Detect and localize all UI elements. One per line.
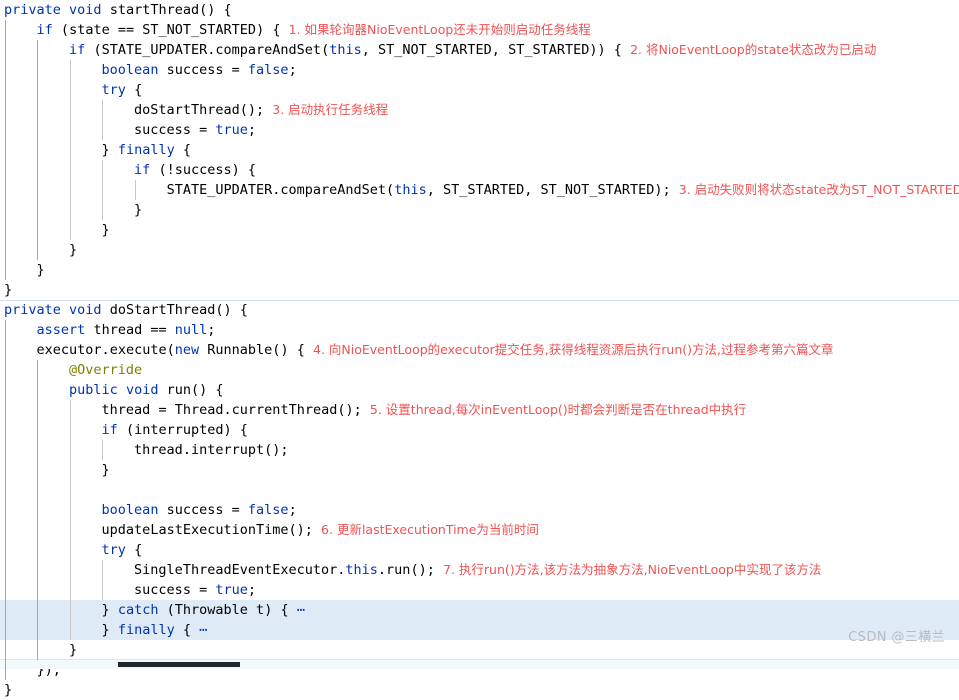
code-line[interactable]: success = true; — [0, 580, 959, 600]
indent-guide — [5, 320, 6, 680]
code-line[interactable]: } — [0, 220, 959, 240]
indent-guide — [134, 180, 136, 200]
code-editor-pane[interactable]: private void startThread() { if (state =… — [0, 0, 959, 698]
code-line[interactable]: } — [0, 240, 959, 260]
inline-annotation: 2. 将NioEventLoop的state状态改为已启动 — [630, 42, 877, 57]
code-line[interactable]: } — [0, 280, 959, 300]
code-line[interactable]: private void startThread() { — [0, 0, 959, 20]
code-line[interactable]: SingleThreadEventExecutor.this.run(); 7.… — [0, 560, 959, 580]
indent-guide — [69, 400, 71, 640]
indent-guide — [102, 440, 104, 460]
code-line[interactable]: } — [0, 460, 959, 480]
indent-guide — [5, 20, 6, 280]
indent-guide — [37, 40, 39, 260]
csdn-watermark: CSDN @三横兰 — [848, 630, 945, 645]
code-line[interactable]: updateLastExecutionTime(); 6. 更新lastExec… — [0, 520, 959, 540]
code-line[interactable]: @Override — [0, 360, 959, 380]
code-line[interactable]: thread = Thread.currentThread(); 5. 设置th… — [0, 400, 959, 420]
code-line[interactable]: STATE_UPDATER.compareAndSet(this, ST_STA… — [0, 180, 959, 200]
inline-annotation: 1. 如果轮询器NioEventLoop还未开始则启动任务线程 — [288, 22, 591, 37]
code-line[interactable]: } — [0, 200, 959, 220]
code-line[interactable]: doStartThread(); 3. 启动执行任务线程 — [0, 100, 959, 120]
code-line[interactable]: } finally { — [0, 140, 959, 160]
inline-annotation: 3. 启动执行任务线程 — [272, 102, 389, 117]
code-line[interactable]: } catch (Throwable t) { ⋯ — [0, 600, 959, 620]
inline-annotation: 3. 启动失败则将状态state改为ST_NOT_STARTED — [678, 182, 959, 197]
indent-guide — [102, 160, 104, 220]
code-line[interactable]: } — [0, 260, 959, 280]
code-line[interactable]: public void run() { — [0, 380, 959, 400]
inline-annotation: 4. 向NioEventLoop的executor提交任务,获得线程资源后执行r… — [313, 342, 834, 357]
code-line[interactable]: try { — [0, 80, 959, 100]
code-line[interactable] — [0, 480, 959, 500]
inline-annotation: 6. 更新lastExecutionTime为当前时间 — [321, 522, 539, 537]
code-line[interactable]: if (STATE_UPDATER.compareAndSet(this, ST… — [0, 40, 959, 60]
code-line[interactable]: success = true; — [0, 120, 959, 140]
code-line[interactable]: } — [0, 680, 959, 700]
inline-annotation: 7. 执行run()方法,该方法为抽象方法,NioEventLoop中实现了该方… — [443, 562, 822, 577]
code-line[interactable]: try { — [0, 540, 959, 560]
code-line[interactable]: assert thread == null; — [0, 320, 959, 340]
indent-guide — [102, 100, 104, 140]
horizontal-scrollbar-track[interactable] — [0, 659, 959, 669]
indent-guide — [102, 560, 104, 600]
indent-guide — [37, 360, 39, 660]
code-line[interactable]: boolean success = false; — [0, 60, 959, 80]
code-line[interactable]: if (interrupted) { — [0, 420, 959, 440]
code-line[interactable]: boolean success = false; — [0, 500, 959, 520]
indent-guide — [69, 60, 71, 240]
code-line[interactable]: } — [0, 640, 959, 660]
inline-annotation: 5. 设置thread,每次inEventLoop()时都会判断是否在threa… — [369, 402, 747, 417]
code-line[interactable]: thread.interrupt(); — [0, 440, 959, 460]
code-line[interactable]: if (!success) { — [0, 160, 959, 180]
code-line[interactable]: executor.execute(new Runnable() { 4. 向Ni… — [0, 340, 959, 360]
code-line[interactable]: if (state == ST_NOT_STARTED) { 1. 如果轮询器N… — [0, 20, 959, 40]
member-separator — [0, 300, 959, 301]
code-line[interactable]: private void doStartThread() { — [0, 300, 959, 320]
horizontal-scrollbar-thumb[interactable] — [118, 662, 240, 667]
code-lines-container: private void startThread() { if (state =… — [0, 0, 959, 700]
code-line[interactable]: } finally { ⋯ — [0, 620, 959, 640]
